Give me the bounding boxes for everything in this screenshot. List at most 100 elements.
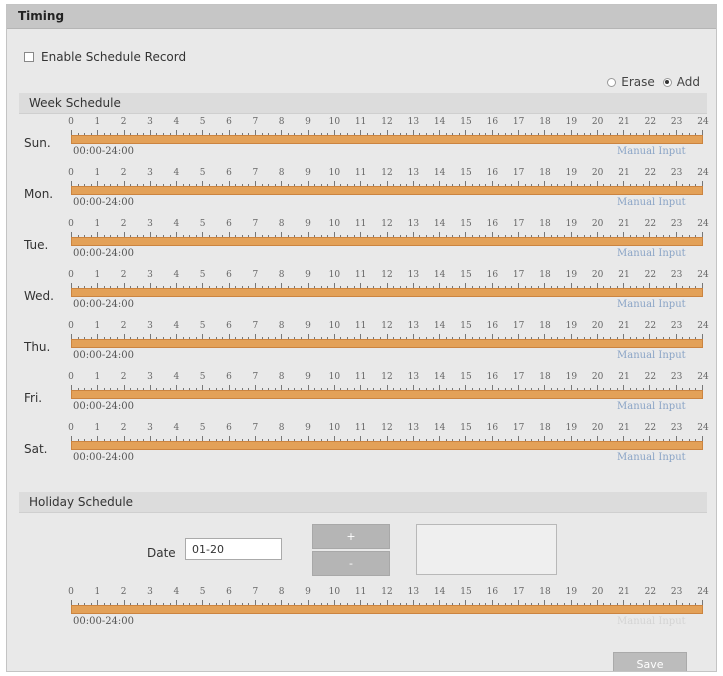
hour-label: 0 [68,321,74,331]
hour-label: 1 [94,117,101,127]
hour-label: 15 [460,270,472,280]
hour-label: 21 [618,270,630,280]
day-label: Thu. [24,340,51,354]
hour-label: 7 [252,270,259,280]
hour-label: 13 [407,270,420,280]
enable-schedule-record[interactable]: Enable Schedule Record [24,50,186,64]
hour-label: 5 [199,423,206,433]
hour-label: 3 [147,372,153,382]
hour-label: 11 [354,321,367,331]
schedule-bar[interactable] [71,288,703,297]
week-schedule-header: Week Schedule [19,93,707,114]
hour-label: 6 [226,117,232,127]
hour-label: 5 [199,117,206,127]
hour-label: 15 [460,219,472,229]
save-button[interactable]: Save [613,652,687,671]
hour-label: 10 [328,372,341,382]
schedule-bar[interactable] [71,186,703,195]
hour-label: 3 [147,168,153,178]
hour-label: 18 [539,587,551,597]
hour-label: 4 [173,321,180,331]
hour-label: 24 [697,117,709,127]
hour-label: 2 [120,372,127,382]
manual-input-link[interactable]: Manual Input [617,197,686,208]
hour-label: 3 [147,321,153,331]
hour-label: 1 [94,168,101,178]
hour-label: 10 [328,587,341,597]
hour-label: 12 [381,270,393,280]
hour-label: 0 [68,219,74,229]
manual-input-link[interactable]: Manual Input [617,452,686,463]
hour-label: 4 [173,168,180,178]
hour-label: 20 [591,321,604,331]
hour-label: 3 [147,587,153,597]
day-label: Fri. [24,391,43,405]
hour-label: 19 [565,372,578,382]
hour-label: 16 [486,168,499,178]
hour-label: 20 [591,270,604,280]
manual-input-link[interactable]: Manual Input [617,401,686,412]
hour-label: 8 [278,117,285,127]
hour-label: 4 [173,270,180,280]
manual-input-link[interactable]: Manual Input [617,248,686,259]
hour-label: 22 [644,423,657,433]
hour-label: 10 [328,321,341,331]
manual-input-link[interactable]: Manual Input [617,146,686,157]
hour-label: 11 [354,423,367,433]
hour-label: 21 [618,117,630,127]
hour-label: 1 [94,219,101,229]
hour-label: 6 [226,270,232,280]
hour-label: 12 [381,423,393,433]
hour-label: 9 [305,587,311,597]
hour-label: 16 [486,372,499,382]
hour-label: 0 [68,270,74,280]
timing-panel: Timing Enable Schedule Record Erase Add … [6,4,717,672]
hour-label: 2 [120,219,127,229]
add-radio[interactable] [662,77,672,87]
hour-label: 7 [252,372,259,382]
hour-label: 14 [433,372,446,382]
hour-label: 6 [226,219,232,229]
manual-input-link[interactable]: Manual Input [617,299,686,310]
hour-label: 14 [433,321,446,331]
schedule-bar[interactable] [71,237,703,246]
erase-radio[interactable] [607,77,617,87]
hour-label: 15 [460,423,472,433]
hour-label: 23 [670,117,683,127]
holiday-date-list[interactable] [416,524,557,575]
add-holiday-button[interactable]: + [312,524,390,549]
hour-label: 21 [618,587,630,597]
schedule-bar[interactable] [71,441,703,450]
hour-label: 5 [199,219,206,229]
schedule-bar[interactable] [71,390,703,399]
manual-input-link[interactable]: Manual Input [617,350,686,361]
manual-input-link[interactable]: Manual Input [617,616,686,627]
day-label: Wed. [24,289,54,303]
schedule-bar[interactable] [71,605,703,614]
hour-scale: 0 1 2 3 4 5 6 7 8 9 10 11 12 13 14 15 16 17 18 19 20 21 22 23 24 [68,372,709,384]
hour-label: 17 [512,219,525,229]
hour-label: 23 [670,270,683,280]
hour-label: 23 [670,321,683,331]
hour-label: 16 [486,321,499,331]
schedule-bar[interactable] [71,135,703,144]
hour-label: 17 [512,117,525,127]
day-label: Sun. [24,136,51,150]
hour-label: 16 [486,423,499,433]
schedule-bar[interactable] [71,339,703,348]
hour-label: 21 [618,423,630,433]
hour-label: 0 [68,168,74,178]
time-range: 00:00-24:00 [73,146,135,157]
remove-holiday-button[interactable]: - [312,551,390,576]
hour-label: 3 [147,270,153,280]
enable-schedule-checkbox[interactable] [24,52,34,62]
hour-label: 11 [354,587,367,597]
hour-label: 17 [512,587,525,597]
hour-label: 18 [539,321,551,331]
date-input[interactable] [185,538,282,560]
hour-label: 2 [120,587,127,597]
hour-label: 21 [618,219,630,229]
hour-label: 0 [68,423,74,433]
hour-label: 0 [68,117,74,127]
hour-label: 17 [512,372,525,382]
